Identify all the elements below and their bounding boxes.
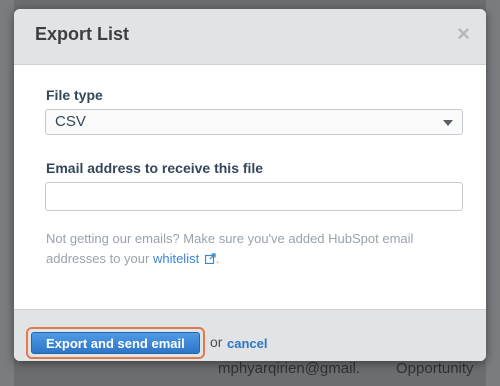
submit-highlight: Export and send email [26, 327, 205, 359]
modal-header: Export List × [14, 9, 486, 65]
email-label: Email address to receive this file [46, 160, 264, 176]
file-type-value: CSV [55, 113, 86, 130]
export-list-modal: Export List × File type CSV Email addres… [14, 9, 486, 361]
email-field[interactable] [45, 182, 463, 211]
export-send-button[interactable]: Export and send email [31, 332, 200, 354]
cancel-link[interactable]: cancel [227, 336, 267, 351]
help-text: Not getting our emails? Make sure you've… [46, 229, 456, 269]
help-text-end: . [215, 251, 220, 266]
backdrop-right [486, 0, 500, 386]
external-link-icon [204, 253, 216, 264]
file-type-label: File type [46, 87, 103, 103]
background-status-cell: Opportunity [396, 360, 474, 377]
close-icon[interactable]: × [457, 22, 470, 46]
modal-title: Export List [35, 24, 130, 44]
modal-footer: Export and send email or cancel [14, 309, 486, 361]
chevron-down-icon [443, 120, 453, 126]
backdrop-left [0, 0, 14, 386]
background-email-cell: mphyarqirien@gmail. [218, 360, 360, 377]
file-type-select[interactable]: CSV [45, 109, 463, 135]
help-text-body: Not getting our emails? Make sure you've… [46, 231, 414, 266]
or-text: or [210, 334, 223, 350]
whitelist-link[interactable]: whitelist [153, 251, 199, 266]
